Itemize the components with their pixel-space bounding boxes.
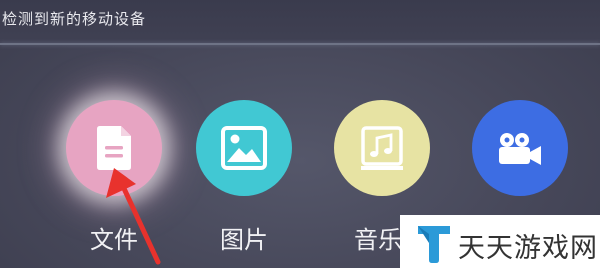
site-watermark: 天天游戏网 — [400, 215, 600, 268]
watermark-text: 天天游戏网 — [458, 233, 598, 264]
watermark-logo-icon — [418, 226, 450, 263]
